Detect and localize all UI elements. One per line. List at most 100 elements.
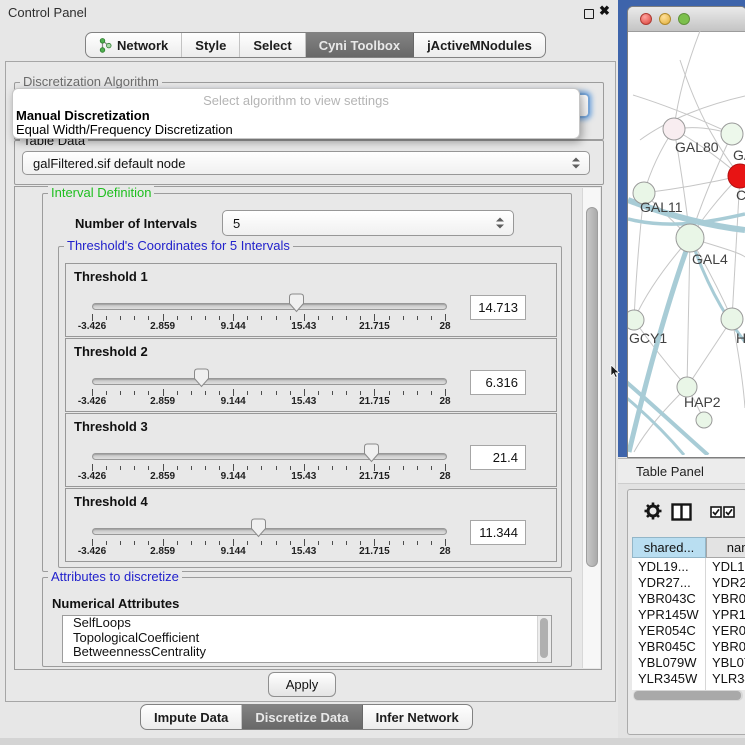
- tick-mark: [332, 316, 333, 320]
- combo-arrows-icon: [496, 218, 504, 229]
- tick-mark: [276, 466, 277, 470]
- checkbox-checked-icon[interactable]: [723, 506, 735, 518]
- table-row[interactable]: YDL19...YDL19...: [632, 558, 745, 574]
- attribute-item[interactable]: BetweennessCentrality: [63, 645, 551, 660]
- close-traffic-light-icon[interactable]: [640, 13, 652, 25]
- column-header-name[interactable]: name: [706, 537, 745, 558]
- tick-mark: [417, 391, 418, 395]
- mouse-cursor: [610, 365, 620, 378]
- tab-style[interactable]: Style: [182, 33, 240, 57]
- tab-cyni-toolbox[interactable]: Cyni Toolbox: [306, 33, 414, 57]
- tab-label: Style: [195, 38, 226, 53]
- threshold-value-field[interactable]: 6.316: [470, 370, 526, 395]
- checkbox-checked-icon[interactable]: [710, 506, 722, 518]
- vertical-scrollbar[interactable]: [582, 188, 600, 668]
- scale-label: -3.426: [78, 471, 106, 482]
- cell-shared-name: YPR145W: [638, 607, 699, 622]
- slider-thumb[interactable]: [363, 443, 380, 463]
- tab-label: Discretize Data: [255, 710, 348, 725]
- tick-mark: [304, 539, 305, 546]
- network-edge: [634, 238, 690, 320]
- cell-name: YBR045C: [712, 639, 745, 654]
- thresholds-group-title: Threshold's Coordinates for 5 Intervals: [64, 239, 293, 252]
- control-panel-window: Control Panel ✖ NetworkStyleSelectCyni T…: [0, 0, 619, 739]
- network-window-titlebar[interactable]: [628, 7, 745, 32]
- node-h[interactable]: [721, 308, 743, 330]
- table-row[interactable]: YBL079WYBL079W: [632, 654, 745, 670]
- scale-label: 2.859: [150, 546, 175, 557]
- node-ga[interactable]: [721, 123, 743, 145]
- cell-shared-name: YDR27...: [638, 575, 691, 590]
- scale-label: 28: [439, 321, 450, 332]
- tick-mark: [191, 391, 192, 395]
- slider-thumb[interactable]: [193, 368, 210, 388]
- tick-mark: [290, 466, 291, 470]
- horizontal-scrollbar[interactable]: [633, 690, 743, 701]
- tab-network[interactable]: Network: [86, 33, 182, 57]
- scale-label: 21.715: [359, 471, 390, 482]
- column-header-shared-name[interactable]: shared...: [632, 537, 706, 558]
- node-gcy1[interactable]: [628, 310, 644, 330]
- algorithm-option-equal-width-frequency[interactable]: Equal Width/Frequency Discretization: [16, 122, 233, 137]
- algorithm-option-manual-discretization[interactable]: Manual Discretization: [16, 108, 150, 123]
- minimize-traffic-light-icon[interactable]: [659, 13, 671, 25]
- table-row[interactable]: YER054CYER054C: [632, 622, 745, 638]
- tick-mark: [417, 541, 418, 545]
- slider-track[interactable]: [92, 528, 447, 535]
- node-partial[interactable]: [696, 412, 712, 428]
- threshold-value-field[interactable]: 21.4: [470, 445, 526, 470]
- threshold-value-field[interactable]: 11.344: [470, 520, 526, 545]
- tick-mark: [163, 389, 164, 396]
- table-row[interactable]: YPR145W YPR145W: [632, 606, 745, 622]
- tick-mark: [233, 389, 234, 396]
- attributes-scrollbar-thumb[interactable]: [540, 618, 548, 658]
- table-row[interactable]: YLR345WYLR345W: [632, 670, 745, 686]
- scale-label: 15.43: [291, 396, 316, 407]
- tick-mark: [389, 541, 390, 545]
- zoom-traffic-light-icon[interactable]: [678, 13, 690, 25]
- tick-mark: [247, 466, 248, 470]
- gear-icon[interactable]: [644, 502, 662, 520]
- tick-mark: [346, 541, 347, 545]
- tick-mark: [261, 541, 262, 545]
- attributes-scrollbar[interactable]: [537, 616, 551, 662]
- tick-mark: [304, 314, 305, 321]
- tab-label: jActiveMNodules: [427, 38, 532, 53]
- split-columns-icon[interactable]: [671, 503, 692, 521]
- network-canvas[interactable]: GAL80GACGAL11GAL4HGCY1HAP2: [628, 31, 745, 455]
- tab-discretize-data[interactable]: Discretize Data: [242, 705, 362, 729]
- tick-mark: [389, 316, 390, 320]
- threshold-panel: Threshold 4 -3.4262.8599.14415.4321.7152…: [65, 488, 557, 562]
- float-window-icon[interactable]: [584, 9, 594, 19]
- close-icon[interactable]: ✖: [599, 3, 610, 19]
- slider-track[interactable]: [92, 303, 447, 310]
- slider-track[interactable]: [92, 453, 447, 460]
- algorithm-prompt-item: Select algorithm to view settings: [13, 93, 579, 108]
- horizontal-scrollbar-thumb[interactable]: [634, 691, 741, 700]
- tab-jactivemnodules[interactable]: jActiveMNodules: [414, 33, 545, 57]
- threshold-value-field[interactable]: 14.713: [470, 295, 526, 320]
- node-gal4[interactable]: [676, 224, 704, 252]
- attribute-item[interactable]: TopologicalCoefficient: [63, 631, 551, 646]
- tick-mark: [205, 541, 206, 545]
- scale-label: 9.144: [221, 546, 246, 557]
- tab-infer-network[interactable]: Infer Network: [363, 705, 472, 729]
- vertical-scrollbar-thumb[interactable]: [586, 207, 598, 567]
- tick-mark: [120, 316, 121, 320]
- threshold-panel: Threshold 2 -3.4262.8599.14415.4321.7152…: [65, 338, 557, 412]
- number-of-intervals-combobox[interactable]: 5: [222, 210, 514, 236]
- cell-shared-name: YLR345W: [638, 671, 697, 686]
- tab-impute-data[interactable]: Impute Data: [141, 705, 242, 729]
- table-row[interactable]: YBR043CYBR043C: [632, 590, 745, 606]
- tab-select[interactable]: Select: [240, 33, 305, 57]
- table-row[interactable]: YDR27...YDR27...: [632, 574, 745, 590]
- slider-track[interactable]: [92, 378, 447, 385]
- apply-button[interactable]: Apply: [268, 672, 336, 697]
- table-data-combobox[interactable]: galFiltered.sif default node: [22, 151, 590, 175]
- slider-thumb[interactable]: [250, 518, 267, 538]
- table-row[interactable]: YBR045CYBR045C: [632, 638, 745, 654]
- node-gal80[interactable]: [663, 118, 685, 140]
- cell-name: YPR145W: [712, 607, 745, 622]
- attribute-item[interactable]: SelfLoops: [63, 616, 551, 631]
- slider-thumb[interactable]: [288, 293, 305, 313]
